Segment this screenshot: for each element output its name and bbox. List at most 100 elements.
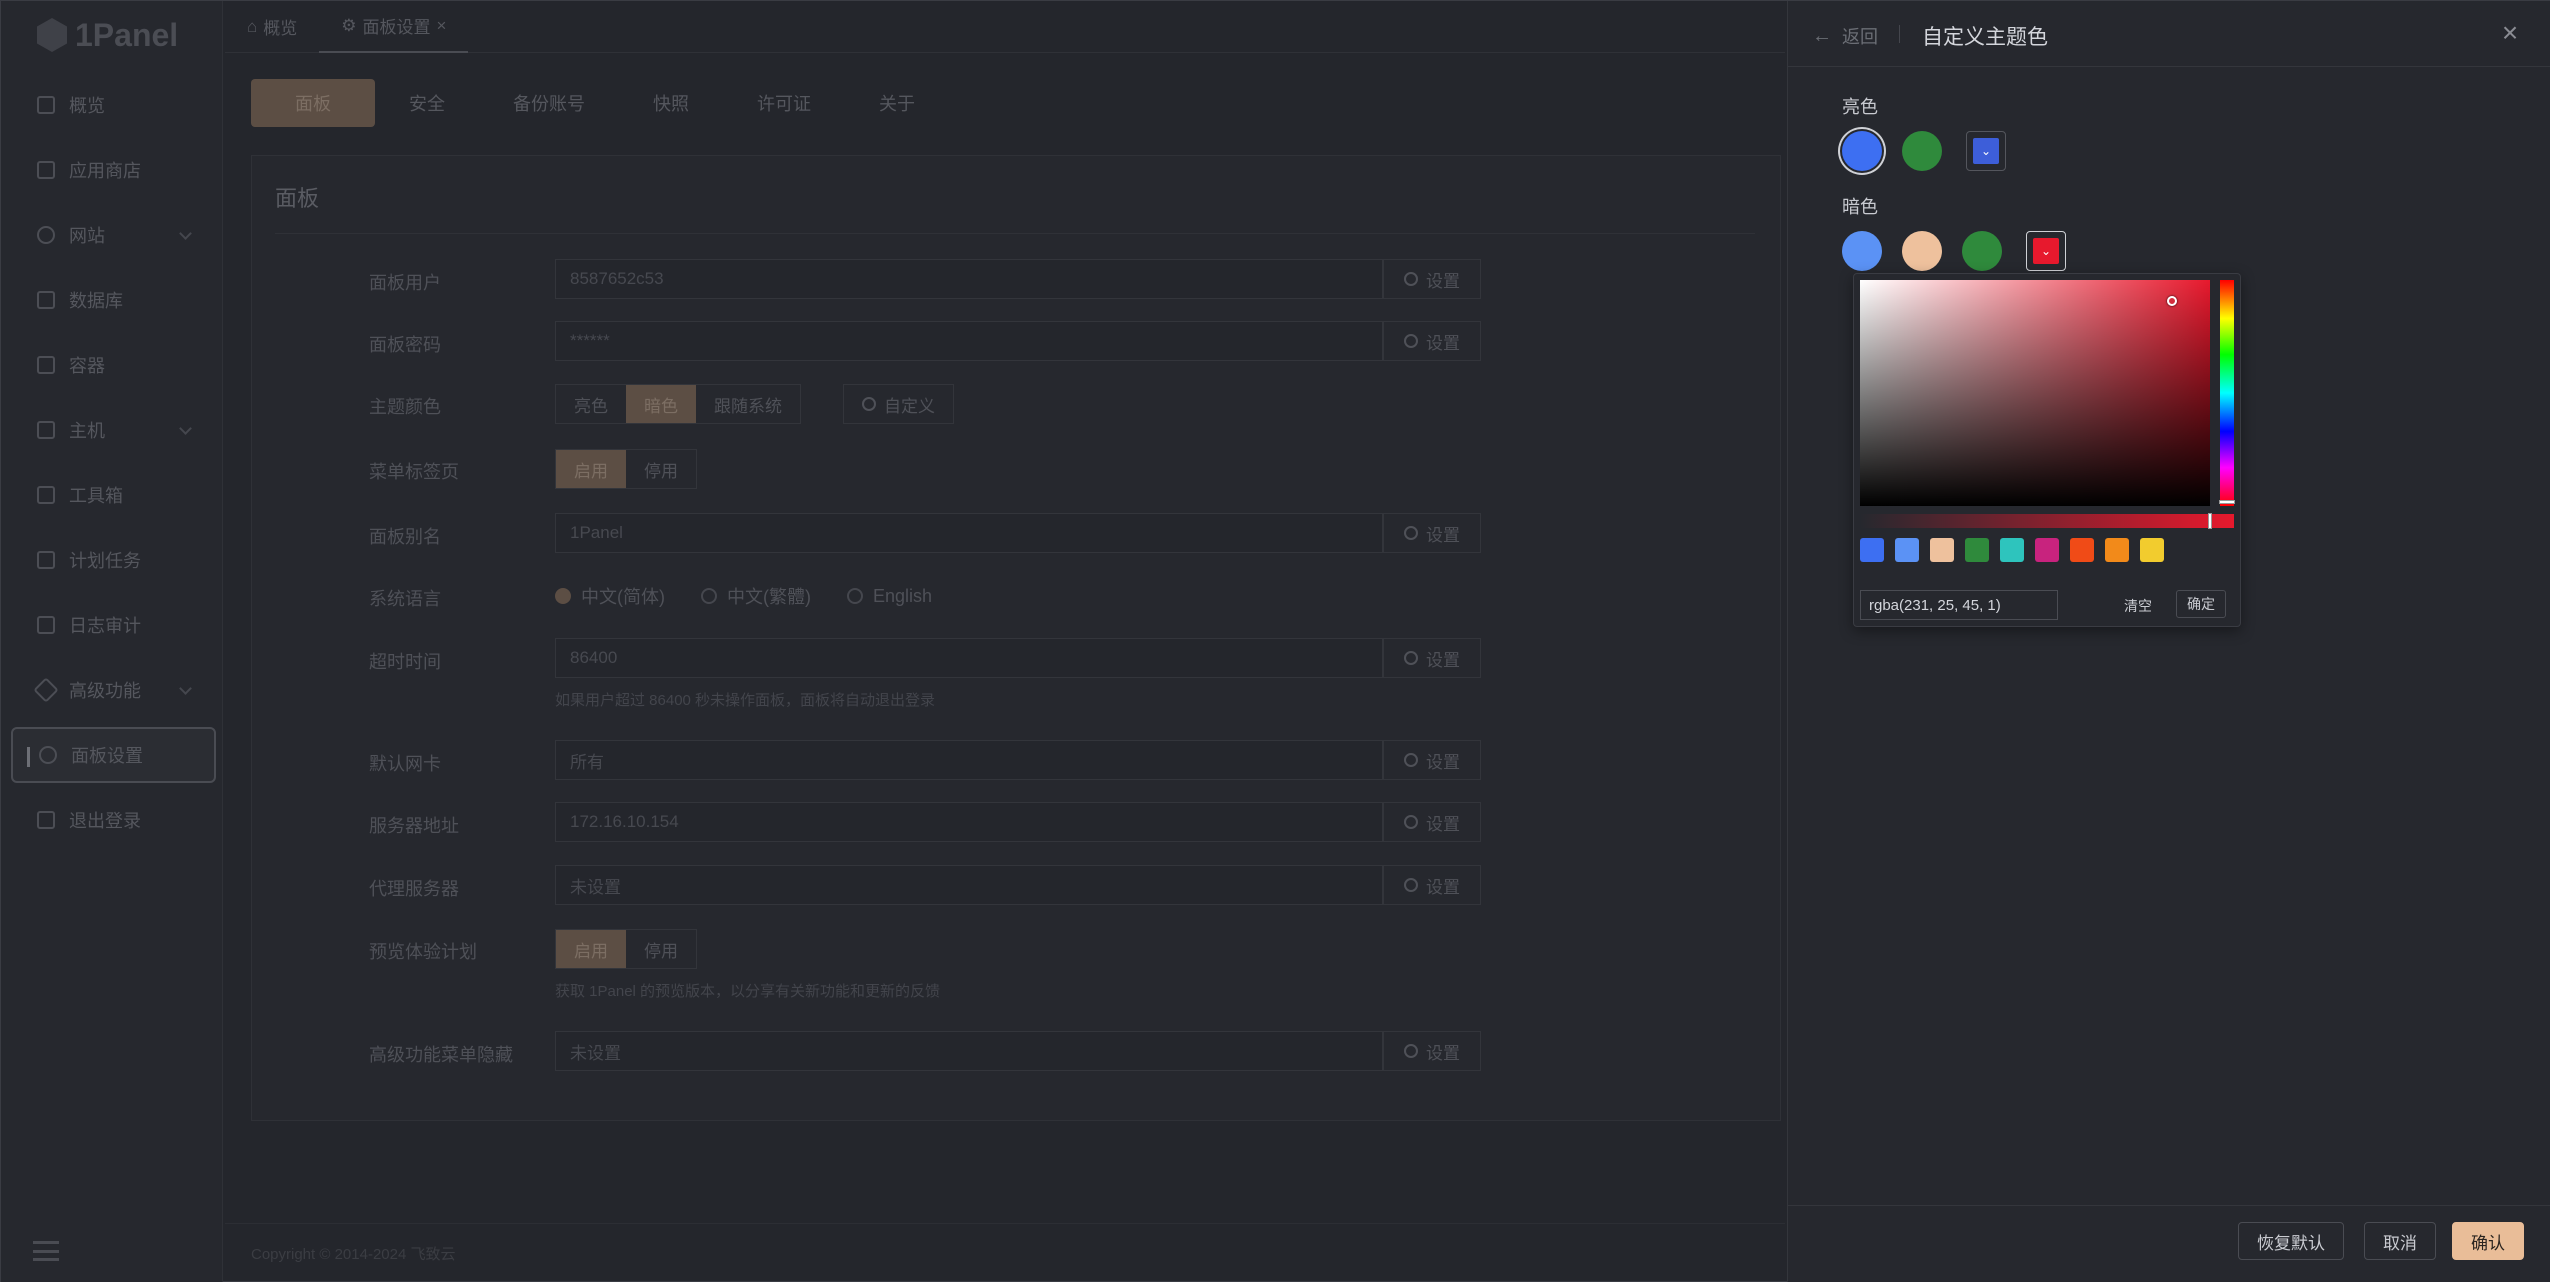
preset-swatch[interactable] (1930, 538, 1954, 562)
menu-tabs-enable[interactable]: 启用 (556, 450, 626, 488)
divider (1899, 25, 1900, 43)
dark-swatch-green[interactable] (1962, 231, 2002, 271)
preset-swatch[interactable] (2000, 538, 2024, 562)
sidebar-item-app-store[interactable]: 应用商店 (11, 142, 216, 198)
close-icon[interactable]: × (2498, 19, 2522, 47)
preset-swatch[interactable] (2035, 538, 2059, 562)
set-password-button[interactable]: 设置 (1383, 321, 1481, 361)
logout-icon (37, 811, 55, 829)
panel-alias-input[interactable]: 1Panel (555, 513, 1383, 553)
light-swatch-green[interactable] (1902, 131, 1942, 171)
light-color-picker[interactable]: ⌄ (1966, 131, 2006, 171)
copyright: Copyright © 2014-2024 飞致云 (251, 1246, 456, 1263)
dark-swatch-blue[interactable] (1842, 231, 1882, 271)
ok-button[interactable]: 确定 (2176, 590, 2226, 618)
tab-overview[interactable]: ⌂ 概览 (225, 1, 319, 53)
saturation-value-area[interactable] (1860, 280, 2210, 506)
preset-swatch[interactable] (1895, 538, 1919, 562)
tab-about[interactable]: 关于 (845, 79, 949, 127)
tab-panel-settings[interactable]: ⚙ 面板设置 × (319, 1, 469, 53)
field-label: 面板别名 (369, 527, 441, 547)
preset-swatch[interactable] (2140, 538, 2164, 562)
tab-snapshot[interactable]: 快照 (619, 79, 723, 127)
set-server-button[interactable]: 设置 (1383, 802, 1481, 842)
sv-cursor[interactable] (2167, 296, 2177, 306)
light-swatch-blue[interactable] (1842, 131, 1882, 171)
menu-tabs-toggle: 启用 停用 (555, 449, 697, 489)
app-window: 1Panel 概览 应用商店 网站 数据库 容器 主机 工具箱 计划任务 日志审… (0, 0, 2550, 1282)
clear-button[interactable]: 清空 (2116, 592, 2160, 620)
gear-icon (1404, 1044, 1418, 1058)
hue-thumb[interactable] (2219, 500, 2235, 504)
back-label: 返回 (1842, 27, 1878, 47)
server-address-input[interactable]: 172.16.10.154 (555, 802, 1383, 842)
theme-system-option[interactable]: 跟随系统 (696, 385, 800, 423)
arrow-left-icon: ← (1812, 24, 1832, 47)
button-label: 设置 (1426, 333, 1460, 353)
preview-enable[interactable]: 启用 (556, 930, 626, 968)
sidebar-item-containers[interactable]: 容器 (11, 337, 216, 393)
field-label: 面板密码 (369, 335, 441, 355)
sidebar-item-cron[interactable]: 计划任务 (11, 532, 216, 588)
timeout-input[interactable]: 86400 (555, 638, 1383, 678)
theme-light-option[interactable]: 亮色 (556, 385, 626, 423)
set-alias-button[interactable]: 设置 (1383, 513, 1481, 553)
set-nic-button[interactable]: 设置 (1383, 740, 1481, 780)
set-user-button[interactable]: 设置 (1383, 259, 1481, 299)
menu-tabs-disable[interactable]: 停用 (626, 450, 696, 488)
set-proxy-button[interactable]: 设置 (1383, 865, 1481, 905)
dark-color-picker[interactable]: ⌄ (2026, 231, 2066, 271)
language-zh-hant[interactable]: 中文(繁體) (701, 583, 811, 609)
field-label: 高级功能菜单隐藏 (369, 1045, 513, 1065)
cancel-button[interactable]: 取消 (2364, 1222, 2436, 1260)
sidebar-item-host[interactable]: 主机 (11, 402, 216, 458)
sidebar-item-database[interactable]: 数据库 (11, 272, 216, 328)
tab-license[interactable]: 许可证 (723, 79, 845, 127)
panel-user-input[interactable]: 8587652c53 (555, 259, 1383, 299)
menu-collapse-icon[interactable] (33, 1241, 59, 1261)
reset-default-button[interactable]: 恢复默认 (2238, 1222, 2344, 1260)
proxy-input[interactable]: 未设置 (555, 865, 1383, 905)
alpha-thumb[interactable] (2208, 513, 2212, 529)
sidebar-item-label: 主机 (69, 421, 105, 441)
active-indicator (27, 747, 30, 767)
sidebar-item-panel-settings[interactable]: 面板设置 (11, 727, 216, 783)
sidebar-item-overview[interactable]: 概览 (11, 77, 216, 133)
tab-security[interactable]: 安全 (375, 79, 479, 127)
close-icon[interactable]: × (437, 16, 447, 36)
preset-swatch[interactable] (1860, 538, 1884, 562)
color-value-input[interactable]: rgba(231, 25, 45, 1) (1860, 590, 2058, 620)
container-icon (37, 356, 55, 374)
panel-password-input[interactable]: ****** (555, 321, 1383, 361)
alpha-slider[interactable] (1860, 513, 2234, 529)
language-zh-hans[interactable]: 中文(简体) (555, 583, 665, 609)
sidebar-item-advanced[interactable]: 高级功能 (11, 662, 216, 718)
hide-menu-input[interactable]: 未设置 (555, 1031, 1383, 1071)
preset-swatch[interactable] (1965, 538, 1989, 562)
dark-swatch-peach[interactable] (1902, 231, 1942, 271)
preview-disable[interactable]: 停用 (626, 930, 696, 968)
sidebar-item-label: 高级功能 (69, 681, 141, 701)
chevron-down-icon (179, 227, 192, 240)
sidebar-item-label: 数据库 (69, 291, 123, 311)
sidebar-item-logout[interactable]: 退出登录 (11, 792, 216, 848)
custom-theme-button[interactable]: 自定义 (843, 384, 954, 424)
preset-swatch[interactable] (2070, 538, 2094, 562)
calendar-icon (37, 551, 55, 569)
radio-label: 中文(简体) (581, 587, 665, 607)
nic-input[interactable]: 所有 (555, 740, 1383, 780)
sidebar-item-logs[interactable]: 日志审计 (11, 597, 216, 653)
language-en[interactable]: English (847, 583, 932, 609)
hue-slider[interactable] (2219, 280, 2235, 506)
set-timeout-button[interactable]: 设置 (1383, 638, 1481, 678)
back-button[interactable]: ← 返回 (1812, 23, 1878, 49)
tab-panel[interactable]: 面板 (251, 79, 375, 127)
sidebar-item-toolbox[interactable]: 工具箱 (11, 467, 216, 523)
tab-backup-accounts[interactable]: 备份账号 (479, 79, 619, 127)
sidebar-item-websites[interactable]: 网站 (11, 207, 216, 263)
tab-label: 概览 (263, 19, 298, 38)
set-hide-menu-button[interactable]: 设置 (1383, 1031, 1481, 1071)
theme-dark-option[interactable]: 暗色 (626, 385, 696, 423)
confirm-button[interactable]: 确认 (2452, 1222, 2524, 1260)
preset-swatch[interactable] (2105, 538, 2129, 562)
